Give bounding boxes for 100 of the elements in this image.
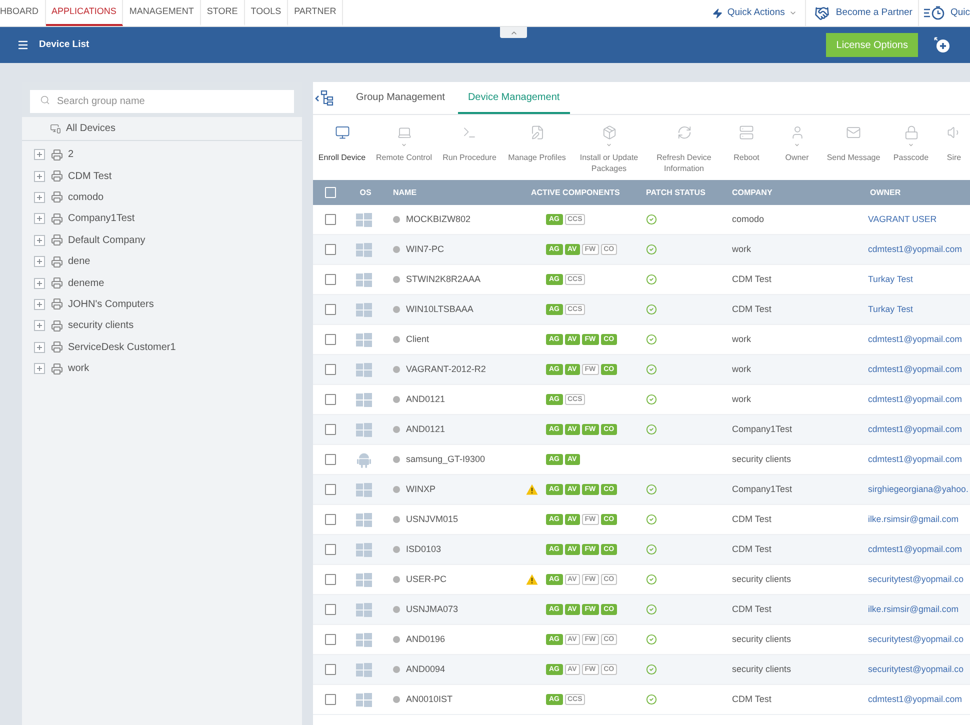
menu-icon[interactable] [17, 39, 29, 51]
plus-box-icon[interactable] [34, 213, 45, 224]
row-checkbox[interactable] [325, 544, 336, 555]
plus-box-icon[interactable] [34, 342, 45, 353]
owner-link[interactable]: securitytest@yopmail.co [868, 572, 964, 586]
nav-tab[interactable]: STORE [200, 0, 245, 26]
company-name: CDM Test [732, 542, 772, 556]
owner-link[interactable]: cdmtest1@yopmail.com [868, 422, 962, 436]
owner-link[interactable]: securitytest@yopmail.co [868, 632, 964, 646]
nav-tab[interactable]: TOOLS [244, 0, 288, 26]
plus-box-icon[interactable] [34, 149, 45, 160]
owner-link[interactable]: cdmtest1@yopmail.com [868, 452, 962, 466]
owner-link[interactable]: cdmtest1@yopmail.com [868, 362, 962, 376]
plus-box-icon[interactable] [34, 278, 45, 289]
device-name[interactable]: USER-PC [406, 572, 447, 586]
device-name[interactable]: WINXP [406, 482, 436, 496]
search-field[interactable]: Search group name [30, 90, 294, 113]
windows-logo-icon [356, 602, 372, 616]
owner-link[interactable]: cdmtest1@yopmail.com [868, 542, 962, 556]
device-name[interactable]: WIN10LTSBAAA [406, 302, 474, 316]
nav-action-link[interactable]: Become a Partner [804, 0, 918, 26]
tree-toggle-icon[interactable] [315, 90, 335, 106]
device-name[interactable]: USNJMA073 [406, 602, 458, 616]
group-item[interactable]: security clients [68, 318, 134, 334]
plus-box-icon[interactable] [34, 234, 45, 246]
windows-logo-icon [356, 302, 372, 316]
device-name[interactable]: samsung_GT-I9300 [406, 452, 486, 466]
device-name[interactable]: ISD0103 [406, 542, 442, 556]
row-checkbox[interactable] [325, 274, 336, 285]
select-all-checkbox[interactable] [325, 187, 336, 198]
plus-circle-icon[interactable] [934, 37, 950, 53]
windows-logo-icon [356, 332, 372, 346]
nav-tab[interactable]: HBOARD [0, 0, 46, 26]
group-item[interactable]: 2 [68, 147, 74, 162]
windows-logo-icon [356, 542, 372, 556]
row-checkbox[interactable] [325, 454, 336, 465]
tab[interactable]: Group Management [346, 82, 455, 114]
all-devices-item[interactable]: All Devices [66, 121, 116, 136]
owner-link[interactable]: Turkay Test [868, 302, 913, 316]
device-name[interactable]: WIN7-PC [406, 242, 444, 256]
nav-action-link[interactable]: Quick Actions [704, 0, 805, 26]
nav-action-link[interactable]: Quic [918, 0, 970, 26]
printer-icon [51, 191, 63, 204]
nav-tab[interactable]: PARTNER [288, 0, 344, 26]
tab[interactable]: Device Management [458, 82, 570, 114]
group-item[interactable]: CDM Test [68, 168, 112, 184]
owner-link[interactable]: ilke.rsimsir@gmail.com [868, 512, 959, 526]
plus-box-icon[interactable] [34, 192, 45, 203]
owner-link[interactable]: cdmtest1@yopmail.com [868, 692, 962, 706]
device-name[interactable]: AND0094 [406, 662, 446, 676]
row-checkbox[interactable] [325, 364, 336, 375]
group-item[interactable]: Default Company [68, 232, 146, 248]
toolbar-button[interactable]: Enroll Device [313, 115, 371, 163]
device-name[interactable]: AND0121 [406, 392, 446, 406]
row-checkbox[interactable] [325, 514, 336, 525]
windows-logo-icon [356, 512, 372, 526]
row-checkbox[interactable] [325, 304, 336, 315]
device-name[interactable]: AND0196 [406, 632, 446, 646]
plus-box-icon[interactable] [34, 170, 45, 182]
plus-box-icon[interactable] [34, 363, 45, 374]
device-name[interactable]: AND0121 [406, 422, 446, 436]
owner-link[interactable]: sirghiegeorgiana@yahoo. [868, 482, 968, 496]
row-checkbox[interactable] [325, 244, 336, 255]
group-item[interactable]: work [68, 361, 90, 376]
row-checkbox[interactable] [325, 394, 336, 405]
nav-tab[interactable]: MANAGEMENT [123, 0, 201, 26]
printer-icon [51, 362, 63, 375]
group-item[interactable]: Company1Test [68, 211, 135, 226]
plus-box-icon[interactable] [34, 320, 45, 332]
row-checkbox[interactable] [325, 694, 336, 705]
plus-box-icon[interactable] [34, 298, 45, 310]
row-checkbox[interactable] [325, 574, 336, 585]
owner-link[interactable]: VAGRANT USER [868, 212, 937, 226]
row-checkbox[interactable] [325, 334, 336, 345]
owner-link[interactable]: cdmtest1@yopmail.com [868, 332, 962, 346]
device-name[interactable]: Client [406, 332, 430, 346]
row-checkbox[interactable] [325, 424, 336, 435]
device-name[interactable]: AN0010IST [406, 692, 453, 706]
owner-link[interactable]: ilke.rsimsir@gmail.com [868, 602, 959, 616]
owner-link[interactable]: securitytest@yopmail.co [868, 662, 964, 676]
row-checkbox[interactable] [325, 604, 336, 615]
device-name[interactable]: USNJVM015 [406, 512, 458, 526]
row-checkbox[interactable] [325, 664, 336, 675]
device-name[interactable]: VAGRANT-2012-R2 [406, 362, 486, 376]
collapse-tab[interactable] [500, 27, 527, 38]
group-item[interactable]: dene [68, 254, 90, 270]
owner-link[interactable]: cdmtest1@yopmail.com [868, 392, 962, 406]
group-item[interactable]: deneme [68, 276, 104, 291]
group-item[interactable]: ServiceDesk Customer1 [68, 340, 176, 355]
row-checkbox[interactable] [325, 484, 336, 495]
column-header: OS [360, 186, 372, 198]
owner-link[interactable]: cdmtest1@yopmail.com [868, 242, 962, 256]
plus-box-icon[interactable] [34, 256, 45, 268]
group-item[interactable]: comodo [68, 190, 104, 205]
owner-link[interactable]: Turkay Test [868, 272, 913, 286]
device-name[interactable]: STWIN2K8R2AAA [406, 272, 481, 286]
device-name[interactable]: MOCKBIZW802 [406, 212, 471, 226]
group-item[interactable]: JOHN's Computers [68, 296, 154, 312]
row-checkbox[interactable] [325, 634, 336, 645]
row-checkbox[interactable] [325, 214, 336, 225]
